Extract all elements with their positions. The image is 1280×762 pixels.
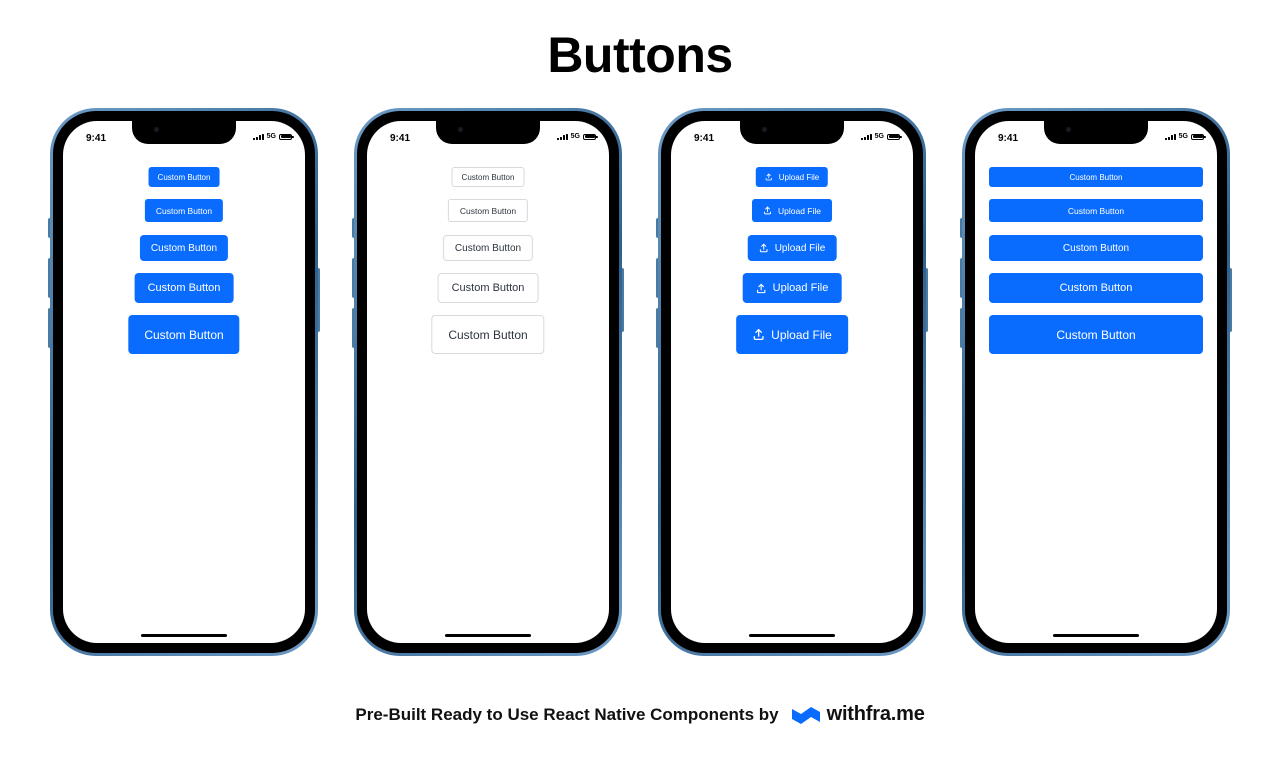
signal-icon xyxy=(1164,133,1176,140)
upload-icon xyxy=(764,206,771,215)
camera-icon xyxy=(1066,127,1071,132)
home-indicator xyxy=(749,634,835,637)
status-indicators: 5G xyxy=(1164,133,1206,140)
full-width-button-lg[interactable]: Custom Button xyxy=(989,273,1203,303)
notch xyxy=(436,121,540,144)
camera-icon xyxy=(762,127,767,132)
phone-screen: 9:41 5G Upload File Upload File Upload F… xyxy=(671,121,913,643)
outline-button-md[interactable]: Custom Button xyxy=(442,235,534,261)
phone-screen: 9:41 5G Custom Button Custom Button Cust… xyxy=(975,121,1217,643)
battery-icon xyxy=(583,133,598,140)
upload-button-label: Upload File xyxy=(774,242,826,254)
outline-button-sm[interactable]: Custom Button xyxy=(447,199,529,222)
status-time: 9:41 xyxy=(998,133,1019,144)
status-indicators: 5G xyxy=(556,133,598,140)
upload-button-xs[interactable]: Upload File xyxy=(755,167,829,187)
status-indicators: 5G xyxy=(252,133,294,140)
upload-button-label: Upload File xyxy=(778,205,821,216)
phone-mockup-outline: 9:41 5G Custom Button Custom Button Cust… xyxy=(352,108,624,656)
signal-icon xyxy=(860,133,872,140)
brand-name: withfra.me xyxy=(826,703,925,725)
upload-button-label: Upload File xyxy=(772,282,829,294)
phone-screen: 9:41 5G Custom Button Custom Button Cust… xyxy=(63,121,305,643)
status-time: 9:41 xyxy=(390,133,411,144)
network-label: 5G xyxy=(1178,133,1188,140)
withframe-logo-icon xyxy=(791,706,820,724)
notch xyxy=(1044,121,1148,144)
home-indicator xyxy=(1053,634,1139,637)
full-width-button-sm[interactable]: Custom Button xyxy=(989,199,1203,222)
upload-icon xyxy=(753,328,764,341)
upload-button-sm[interactable]: Upload File xyxy=(752,199,832,222)
notch xyxy=(740,121,844,144)
upload-icon xyxy=(756,283,766,293)
phone-mockup-solid: 9:41 5G Custom Button Custom Button Cust… xyxy=(48,108,320,656)
battery-icon xyxy=(887,133,902,140)
phone-mockup-icon: 9:41 5G Upload File Upload File Upload F… xyxy=(656,108,928,656)
brand-link[interactable]: withfra.me xyxy=(791,703,925,726)
status-time: 9:41 xyxy=(86,133,107,144)
full-width-button-xs[interactable]: Custom Button xyxy=(989,167,1203,187)
upload-button-label: Upload File xyxy=(778,172,820,182)
outline-button-xs[interactable]: Custom Button xyxy=(451,167,525,187)
network-label: 5G xyxy=(570,133,580,140)
upload-icon xyxy=(759,243,768,253)
outline-button-xl[interactable]: Custom Button xyxy=(431,315,545,354)
upload-button-label: Upload File xyxy=(771,327,832,342)
custom-button-xl[interactable]: Custom Button xyxy=(128,315,240,354)
upload-icon xyxy=(765,173,772,181)
full-width-button-md[interactable]: Custom Button xyxy=(989,235,1203,261)
network-label: 5G xyxy=(266,133,276,140)
phone-mockup-full-width: 9:41 5G Custom Button Custom Button Cust… xyxy=(960,108,1232,656)
footer: Pre-Built Ready to Use React Native Comp… xyxy=(0,703,1280,726)
status-indicators: 5G xyxy=(860,133,902,140)
custom-button-sm[interactable]: Custom Button xyxy=(144,199,224,222)
signal-icon xyxy=(252,133,264,140)
custom-button-lg[interactable]: Custom Button xyxy=(134,273,234,303)
phone-screen: 9:41 5G Custom Button Custom Button Cust… xyxy=(367,121,609,643)
notch xyxy=(132,121,236,144)
signal-icon xyxy=(556,133,568,140)
battery-icon xyxy=(1191,133,1206,140)
custom-button-xs[interactable]: Custom Button xyxy=(148,167,220,187)
upload-button-md[interactable]: Upload File xyxy=(747,235,837,261)
home-indicator xyxy=(141,634,227,637)
network-label: 5G xyxy=(874,133,884,140)
page-title: Buttons xyxy=(547,27,733,83)
upload-button-lg[interactable]: Upload File xyxy=(742,273,842,303)
outline-button-lg[interactable]: Custom Button xyxy=(437,273,539,303)
upload-button-xl[interactable]: Upload File xyxy=(736,315,848,354)
custom-button-md[interactable]: Custom Button xyxy=(139,235,229,261)
home-indicator xyxy=(445,634,531,637)
battery-icon xyxy=(279,133,294,140)
footer-text: Pre-Built Ready to Use React Native Comp… xyxy=(355,704,779,724)
camera-icon xyxy=(458,127,463,132)
camera-icon xyxy=(154,127,159,132)
full-width-button-xl[interactable]: Custom Button xyxy=(989,315,1203,354)
status-time: 9:41 xyxy=(694,133,715,144)
